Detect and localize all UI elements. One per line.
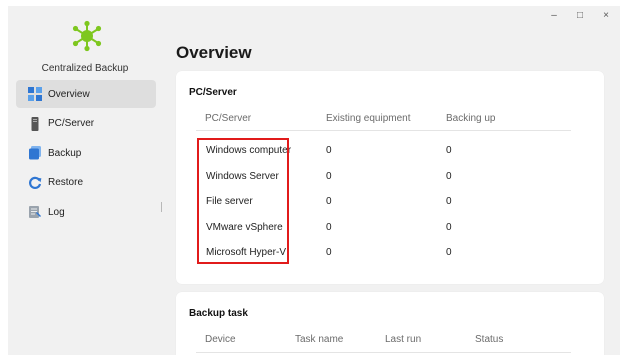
card-heading: PC/Server bbox=[189, 87, 237, 98]
highlight-box bbox=[197, 138, 289, 264]
cell-existing-count: 0 bbox=[326, 145, 332, 156]
sidebar-item-pc-server[interactable]: PC/Server bbox=[16, 110, 156, 138]
sidebar-item-label: Overview bbox=[48, 88, 90, 100]
sidebar-item-label: Log bbox=[48, 206, 65, 218]
cell-backing-count: 0 bbox=[446, 196, 452, 207]
sidebar-item-backup[interactable]: Backup bbox=[16, 139, 156, 167]
resize-handle[interactable] bbox=[161, 202, 162, 212]
cell-existing-count: 0 bbox=[326, 247, 332, 258]
column-header-pc-server: PC/Server bbox=[205, 113, 252, 124]
column-header-device: Device bbox=[205, 334, 236, 345]
sidebar-item-restore[interactable]: Restore bbox=[16, 169, 156, 197]
column-header-backing-up: Backing up bbox=[446, 113, 496, 124]
header-divider bbox=[196, 352, 571, 353]
column-header-task-name: Task name bbox=[295, 334, 344, 345]
sidebar-item-log[interactable]: Log bbox=[16, 198, 156, 226]
close-button[interactable]: × bbox=[602, 10, 610, 21]
restore-arrow-icon bbox=[28, 176, 42, 190]
cell-backing-count: 0 bbox=[446, 145, 452, 156]
cell-backing-count: 0 bbox=[446, 221, 452, 233]
cell-existing-count: 0 bbox=[326, 196, 332, 207]
sidebar-item-overview[interactable]: Overview bbox=[16, 80, 156, 108]
column-header-last-run: Last run bbox=[385, 334, 422, 345]
column-header-status: Status bbox=[475, 334, 504, 345]
minimize-button[interactable]: – bbox=[550, 10, 558, 21]
log-document-icon bbox=[28, 205, 42, 219]
sidebar: Centralized Backup Overview PC/Server Ba… bbox=[8, 6, 162, 355]
cell-existing-count: 0 bbox=[326, 221, 332, 233]
header-divider bbox=[196, 130, 571, 131]
overview-grid-icon bbox=[28, 87, 42, 101]
backup-stack-icon bbox=[28, 146, 42, 160]
cell-backing-count: 0 bbox=[446, 247, 452, 258]
network-hub-icon bbox=[71, 20, 103, 52]
sidebar-item-label: Restore bbox=[48, 177, 84, 188]
window-controls: – □ × bbox=[550, 10, 610, 21]
sidebar-nav: Overview PC/Server Backup Restore Log bbox=[16, 80, 156, 228]
backup-task-card: Backup task Device Task name Last run St… bbox=[176, 292, 604, 355]
sidebar-item-label: Backup bbox=[48, 147, 82, 159]
server-tower-icon bbox=[28, 116, 42, 131]
column-header-existing-equipment: Existing equipment bbox=[326, 113, 411, 124]
card-heading: Backup task bbox=[189, 308, 248, 319]
sidebar-item-label: PC/Server bbox=[48, 118, 95, 129]
cell-backing-count: 0 bbox=[446, 170, 452, 182]
page-title: Overview bbox=[176, 43, 252, 62]
app-title: Centralized Backup bbox=[41, 63, 129, 74]
maximize-button[interactable]: □ bbox=[576, 10, 584, 21]
app-window: – □ × Centralized Backup Overview PC/Ser… bbox=[8, 6, 620, 355]
pc-server-card: PC/Server PC/Server Existing equipment B… bbox=[176, 71, 604, 284]
cell-existing-count: 0 bbox=[326, 170, 332, 182]
